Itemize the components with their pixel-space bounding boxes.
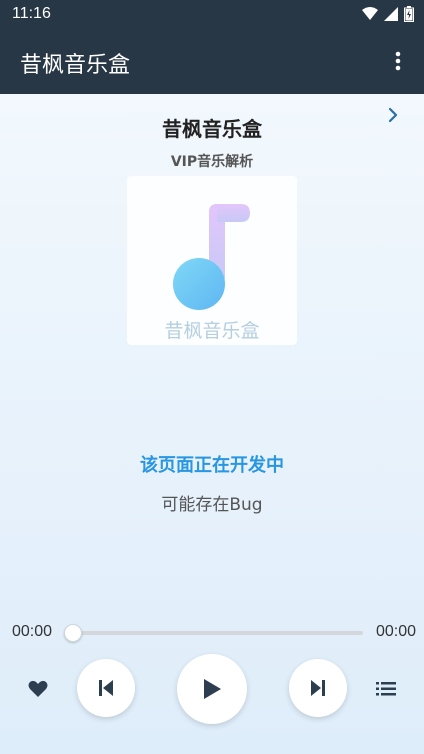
current-time: 00:00 — [12, 623, 53, 640]
play-icon — [204, 679, 221, 699]
signal-icon — [384, 7, 398, 21]
progress-track[interactable] — [72, 631, 363, 635]
total-time: 00:00 — [375, 623, 416, 640]
playlist-icon — [376, 682, 396, 696]
wifi-icon — [362, 7, 378, 20]
player-content: 昔枫音乐盒 VIP音乐解析 昔枫音乐盒 该页面正在开发中 可能存在Bug 00:… — [0, 94, 424, 754]
song-title: 昔枫音乐盒 — [162, 117, 262, 141]
heart-icon — [28, 680, 48, 697]
status-bar: 11:16 — [0, 0, 424, 29]
dev-notice-subtitle: 可能存在Bug — [161, 495, 263, 515]
next-button[interactable] — [289, 659, 347, 717]
progress-thumb[interactable] — [64, 624, 82, 642]
cover-watermark: 昔枫音乐盒 — [164, 320, 260, 342]
skip-next-icon — [311, 680, 325, 696]
skip-previous-icon — [99, 680, 113, 696]
song-subtitle: VIP音乐解析 — [170, 154, 254, 170]
play-button[interactable] — [177, 654, 247, 724]
music-note-icon — [173, 204, 250, 310]
dev-notice-title: 该页面正在开发中 — [140, 455, 284, 476]
previous-button[interactable] — [77, 659, 135, 717]
status-time: 11:16 — [12, 5, 51, 22]
app-bar: 昔枫音乐盒 — [0, 29, 424, 94]
more-options-button[interactable] — [386, 49, 410, 73]
battery-icon — [404, 6, 414, 22]
status-icons — [362, 6, 414, 22]
app-title: 昔枫音乐盒 — [20, 53, 131, 78]
more-vert-icon — [395, 51, 401, 71]
playlist-button[interactable] — [374, 677, 398, 701]
album-cover: 昔枫音乐盒 — [127, 176, 297, 345]
favorite-button[interactable] — [26, 677, 50, 701]
